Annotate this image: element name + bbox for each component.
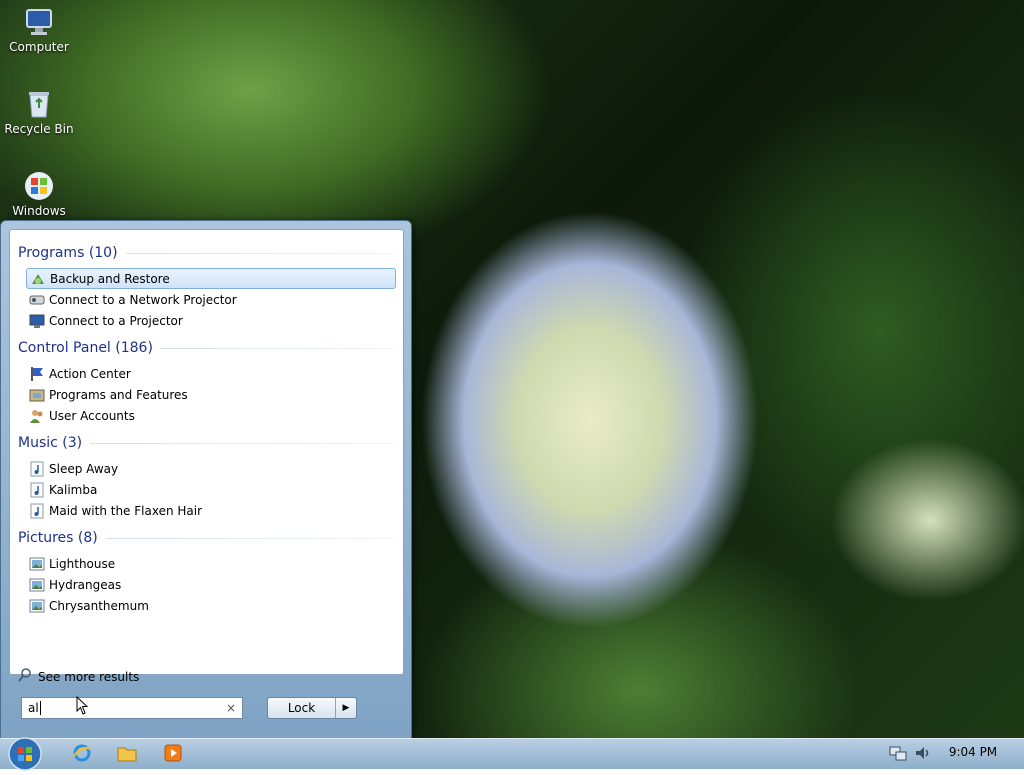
desktop-icon-computer[interactable]: Computer xyxy=(4,6,74,54)
picture-file-icon xyxy=(29,598,45,614)
network-projector-icon xyxy=(29,292,45,308)
text-caret xyxy=(39,701,41,715)
music-file-icon xyxy=(29,461,45,477)
taskbar-windows-explorer[interactable] xyxy=(115,742,139,764)
programs-features-icon xyxy=(29,387,45,403)
search-results-pane: Programs (10) Backup and Restore Connect… xyxy=(9,229,404,684)
result-item-backup-restore[interactable]: Backup and Restore xyxy=(26,268,396,289)
group-divider xyxy=(125,252,395,254)
group-divider xyxy=(90,442,395,444)
result-item-label: Chrysanthemum xyxy=(49,598,149,613)
result-item-label: Kalimba xyxy=(49,482,98,497)
start-search-input[interactable]: al × xyxy=(21,697,243,719)
result-item-user-accounts[interactable]: User Accounts xyxy=(26,405,396,426)
network-icon[interactable] xyxy=(889,744,907,765)
desktop-icon-label: Windows xyxy=(12,204,66,218)
result-item-label: Maid with the Flaxen Hair xyxy=(49,503,203,518)
group-header-label: Programs (10) xyxy=(18,245,118,261)
result-item-programs-features[interactable]: Programs and Features xyxy=(26,384,396,405)
result-item-label: Programs and Features xyxy=(49,387,188,402)
result-item-network-projector[interactable]: Connect to a Network Projector xyxy=(26,289,396,310)
result-item-label: Backup and Restore xyxy=(50,271,170,286)
search-input-value: al xyxy=(28,701,39,715)
projector-icon xyxy=(29,313,45,329)
music-file-icon xyxy=(29,482,45,498)
taskbar-clock[interactable]: 9:04 PM xyxy=(935,745,1011,759)
desktop-icon-recycle-bin[interactable]: Recycle Bin xyxy=(4,88,74,136)
picture-file-icon xyxy=(29,577,45,593)
media-player-icon xyxy=(164,744,182,762)
result-item-chrysanthemum[interactable]: Chrysanthemum xyxy=(26,595,396,616)
desktop-icon-label: Recycle Bin xyxy=(4,122,74,136)
result-item-kalimba[interactable]: Kalimba xyxy=(26,479,396,500)
windows-icon xyxy=(23,170,55,202)
see-more-results-link[interactable]: See more results xyxy=(18,668,139,685)
action-center-flag-icon xyxy=(29,366,45,382)
result-item-label: Hydrangeas xyxy=(49,577,122,592)
result-item-label: Action Center xyxy=(49,366,131,381)
user-accounts-icon xyxy=(29,408,45,424)
group-header-label: Pictures (8) xyxy=(18,530,98,546)
computer-icon xyxy=(23,6,55,38)
result-item-label: Connect to a Projector xyxy=(49,313,183,328)
lock-button-label: Lock xyxy=(287,701,316,715)
result-item-label: Sleep Away xyxy=(49,461,119,476)
group-header-label: Music (3) xyxy=(18,435,83,451)
result-item-maid-flaxen-hair[interactable]: Maid with the Flaxen Hair xyxy=(26,500,396,521)
start-button[interactable] xyxy=(6,736,44,772)
group-header-music[interactable]: Music (3) xyxy=(18,433,395,453)
recycle-bin-icon xyxy=(23,88,55,120)
windows-orb-icon xyxy=(8,737,42,771)
desktop-icon-label: Computer xyxy=(9,40,69,54)
mouse-pointer-icon xyxy=(76,695,90,719)
group-divider xyxy=(105,537,395,539)
result-item-action-center[interactable]: Action Center xyxy=(26,363,396,384)
windows-explorer-icon xyxy=(117,747,137,762)
group-header-pictures[interactable]: Pictures (8) xyxy=(18,528,395,548)
see-more-label: See more results xyxy=(38,669,140,684)
taskbar-media-player[interactable] xyxy=(161,742,185,764)
result-item-hydrangeas[interactable]: Hydrangeas xyxy=(26,574,396,595)
group-header-control-panel[interactable]: Control Panel (186) xyxy=(18,338,395,358)
search-icon xyxy=(18,668,32,685)
result-item-label: Lighthouse xyxy=(49,556,116,571)
picture-file-icon xyxy=(29,556,45,572)
group-divider xyxy=(160,347,395,349)
volume-icon[interactable] xyxy=(914,744,932,765)
taskbar xyxy=(0,738,1024,769)
lock-button[interactable]: Lock ▶ xyxy=(267,697,357,719)
music-file-icon xyxy=(29,503,45,519)
taskbar-internet-explorer[interactable] xyxy=(70,742,94,764)
result-item-projector[interactable]: Connect to a Projector xyxy=(26,310,396,331)
desktop-icon-windows[interactable]: Windows xyxy=(4,170,74,218)
result-item-lighthouse[interactable]: Lighthouse xyxy=(26,553,396,574)
group-header-programs[interactable]: Programs (10) xyxy=(18,243,395,263)
group-header-label: Control Panel (186) xyxy=(18,340,153,356)
result-item-label: User Accounts xyxy=(49,408,135,423)
result-item-sleep-away[interactable]: Sleep Away xyxy=(26,458,396,479)
internet-explorer-icon xyxy=(73,744,91,762)
power-options-arrow-icon[interactable]: ▶ xyxy=(335,698,356,718)
result-item-label: Connect to a Network Projector xyxy=(49,292,237,307)
start-menu: Programs (10) Backup and Restore Connect… xyxy=(0,220,412,740)
clear-search-icon[interactable]: × xyxy=(226,701,236,715)
backup-restore-icon xyxy=(30,271,46,287)
